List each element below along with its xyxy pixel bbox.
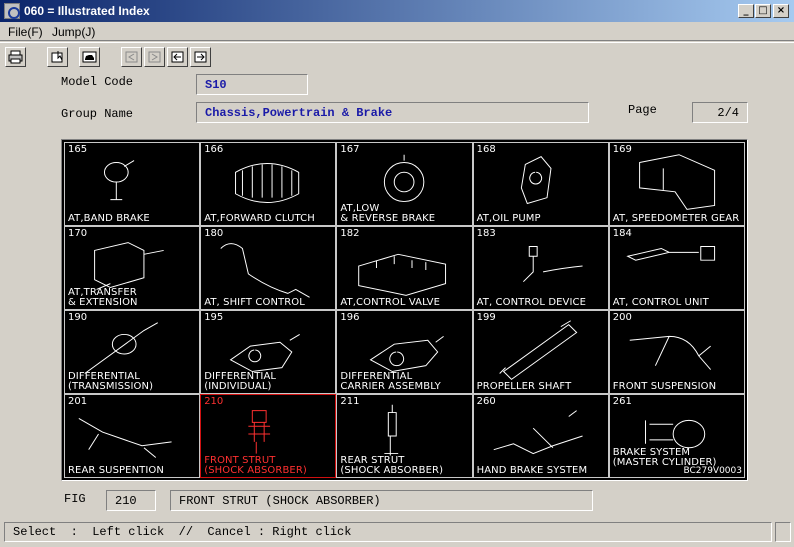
illustration-cell-199[interactable]: 199 PROPELLER SHAFT — [472, 310, 609, 394]
illustration-cell-190[interactable]: 190 DIFFERENTIAL (TRANSMISSION) — [64, 310, 201, 394]
printer-icon — [8, 50, 23, 64]
cell-number: 165 — [68, 144, 88, 155]
cell-name: DIFFERENTIAL (TRANSMISSION) — [68, 371, 154, 392]
page-label: Page — [628, 103, 657, 117]
illustration-cell-210[interactable]: 210 FRONT STRUT (SHOCK ABSORBER) — [200, 394, 337, 478]
status-bar: Select : Left click // Cancel : Right cl… — [4, 522, 772, 542]
cell-number: 180 — [204, 228, 224, 239]
cell-number: 190 — [68, 312, 88, 323]
menu-bar: File(F) Jump(J) — [0, 22, 794, 41]
vehicle-button[interactable] — [79, 47, 100, 67]
status-pane — [775, 522, 791, 542]
fig-label: FIG — [64, 492, 86, 506]
cell-name: FRONT SUSPENSION — [612, 381, 717, 392]
cell-number: 182 — [340, 228, 360, 239]
cell-name: FRONT STRUT (SHOCK ABSORBER) — [204, 455, 307, 476]
cell-name: PROPELLER SHAFT — [476, 381, 572, 392]
close-button[interactable]: × — [773, 4, 789, 18]
cell-name: AT,BAND BRAKE — [68, 213, 150, 224]
cell-name: AT, CONTROL UNIT — [612, 297, 709, 308]
cell-name: DIFFERENTIAL (INDIVIDUAL) — [204, 371, 277, 392]
illustration-cell-201[interactable]: 201 REAR SUSPENTION — [64, 394, 201, 478]
cell-name: AT, SHIFT CONTROL — [204, 297, 305, 308]
next-group-button[interactable] — [144, 47, 165, 67]
cursor-select-icon — [51, 51, 63, 63]
cell-number: 210 — [204, 396, 224, 407]
page-field: 2/4 — [692, 102, 748, 123]
illustration-cell-165[interactable]: 165 AT,BAND BRAKE — [64, 142, 201, 226]
illustration-cell-180[interactable]: 180 AT, SHIFT CONTROL — [200, 226, 337, 310]
cell-number: 170 — [68, 228, 88, 239]
cell-number: 260 — [476, 396, 496, 407]
illustration-cell-166[interactable]: 166 AT,FORWARD CLUTCH — [200, 142, 337, 226]
cell-number: 168 — [476, 144, 496, 155]
illustration-cell-260[interactable]: 260 HAND BRAKE SYSTEM — [472, 394, 609, 478]
cell-number: 183 — [476, 228, 496, 239]
cell-name: HAND BRAKE SYSTEM — [476, 465, 588, 476]
car-icon — [82, 51, 97, 63]
cell-name: AT, CONTROL DEVICE — [476, 297, 587, 308]
cell-name: REAR SUSPENTION — [68, 465, 164, 476]
jump-select-button[interactable] — [47, 47, 68, 67]
cell-name: AT,OIL PUMP — [476, 213, 541, 224]
illustration-code: BC279V0003 — [683, 466, 742, 476]
window-title: 060 = Illustrated Index — [24, 4, 150, 18]
prev-group-button[interactable] — [121, 47, 142, 67]
cell-number: 261 — [612, 396, 632, 407]
cell-number: 211 — [340, 396, 360, 407]
illustration-cell-184[interactable]: 184 AT, CONTROL UNIT — [608, 226, 745, 310]
model-code-field: S10 — [196, 74, 308, 95]
cell-number: 167 — [340, 144, 360, 155]
cell-name: AT,CONTROL VALVE — [340, 297, 441, 308]
illustration-cell-261[interactable]: 261 BRAKE SYSTEM (MASTER CYLINDER) BC279V0… — [608, 394, 745, 478]
cell-name: AT,TRANSFER & EXTENSION — [68, 287, 138, 308]
cell-name: AT, SPEEDOMETER GEAR — [612, 213, 740, 224]
cell-number: 169 — [612, 144, 632, 155]
cell-number: 184 — [612, 228, 632, 239]
illustration-cell-195[interactable]: 195 DIFFERENTIAL (INDIVIDUAL) — [200, 310, 337, 394]
illustration-cell-200[interactable]: 200 FRONT SUSPENSION — [608, 310, 745, 394]
illustration-cell-211[interactable]: 211 REAR STRUT (SHOCK ABSORBER) — [336, 394, 473, 478]
app-icon — [4, 3, 20, 19]
cell-name: DIFFERENTIAL CARRIER ASSEMBLY — [340, 371, 441, 392]
next-page-icon — [148, 51, 161, 63]
menu-file[interactable]: File(F) — [8, 25, 43, 39]
arrow-right-icon — [194, 51, 207, 63]
cell-number: 166 — [204, 144, 224, 155]
next-button[interactable] — [190, 47, 211, 67]
prev-page-icon — [125, 51, 138, 63]
minimize-button[interactable]: _ — [738, 4, 754, 18]
cell-number: 196 — [340, 312, 360, 323]
illustration-cell-183[interactable]: 183 AT, CONTROL DEVICE — [472, 226, 609, 310]
fig-name-field: FRONT STRUT (SHOCK ABSORBER) — [170, 490, 593, 511]
model-code-label: Model Code — [61, 75, 134, 89]
toolbar — [0, 42, 794, 70]
cell-name: AT,LOW & REVERSE BRAKE — [340, 203, 436, 224]
illustration-grid: 165 AT,BAND BRAKE 166 AT,FORWARD CLUTCH 167 A… — [64, 142, 745, 478]
illustration-cell-169[interactable]: 169 AT, SPEEDOMETER GEAR — [608, 142, 745, 226]
cell-name: REAR STRUT (SHOCK ABSORBER) — [340, 455, 444, 476]
fig-number-field: 210 — [106, 490, 156, 511]
print-button[interactable] — [5, 47, 26, 67]
illustration-cell-168[interactable]: 168 AT,OIL PUMP — [472, 142, 609, 226]
maximize-button[interactable]: □ — [755, 4, 771, 18]
cell-name: BRAKE SYSTEM (MASTER CYLINDER) — [612, 447, 717, 468]
illustration-cell-170[interactable]: 170 AT,TRANSFER & EXTENSION — [64, 226, 201, 310]
cell-number: 201 — [68, 396, 88, 407]
group-name-field: Chassis,Powertrain & Brake — [196, 102, 589, 123]
illustration-cell-182[interactable]: 182 AT,CONTROL VALVE — [336, 226, 473, 310]
arrow-left-icon — [171, 51, 184, 63]
cell-name: AT,FORWARD CLUTCH — [204, 213, 315, 224]
title-bar: 060 = Illustrated Index _ □ × — [0, 0, 794, 22]
illustration-grid-frame: 165 AT,BAND BRAKE 166 AT,FORWARD CLUTCH 167 A… — [61, 139, 748, 481]
group-name-label: Group Name — [61, 107, 134, 121]
menu-jump[interactable]: Jump(J) — [52, 25, 95, 39]
illustration-cell-167[interactable]: 167 AT,LOW & REVERSE BRAKE — [336, 142, 473, 226]
cell-number: 195 — [204, 312, 224, 323]
cell-number: 200 — [612, 312, 632, 323]
cell-number: 199 — [476, 312, 496, 323]
illustration-cell-196[interactable]: 196 DIFFERENTIAL CARRIER ASSEMBLY — [336, 310, 473, 394]
previous-button[interactable] — [167, 47, 188, 67]
